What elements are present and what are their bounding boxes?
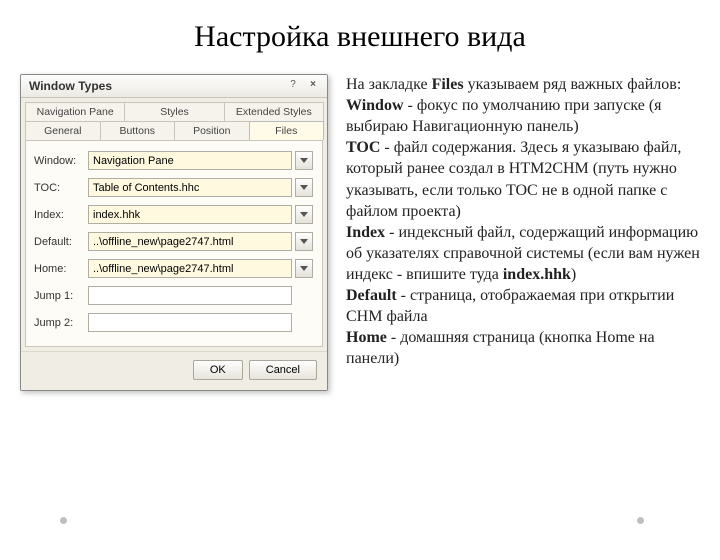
label-home: Home: [34,263,84,275]
label-jump1: Jump 1: [34,290,84,302]
slide-title: Настройка внешнего вида [0,20,720,54]
ok-button[interactable]: OK [193,360,243,380]
label-default: Default: [34,236,84,248]
description-text: На закладке Files указываем ряд важных ф… [346,74,700,391]
field-home[interactable]: ..\offline_new\page2747.html [88,259,292,278]
tab-position[interactable]: Position [174,121,250,140]
tab-files[interactable]: Files [249,121,325,140]
dropdown-icon[interactable] [295,232,313,251]
field-index[interactable]: index.hhk [88,205,292,224]
field-jump1[interactable] [88,286,292,305]
tab-navigation-pane[interactable]: Navigation Pane [25,102,125,121]
field-window[interactable]: Navigation Pane [88,151,292,170]
tab-buttons[interactable]: Buttons [100,121,176,140]
field-toc[interactable]: Table of Contents.hhc [88,178,292,197]
tab-extended-styles[interactable]: Extended Styles [224,102,324,121]
label-toc: TOC: [34,182,84,194]
field-jump2[interactable] [88,313,292,332]
files-panel: Window: Navigation Pane TOC: Table of Co… [25,140,323,347]
dot-icon [637,517,644,524]
label-window: Window: [34,155,84,167]
label-index: Index: [34,209,84,221]
help-icon[interactable]: ? [285,79,301,93]
field-default[interactable]: ..\offline_new\page2747.html [88,232,292,251]
label-jump2: Jump 2: [34,317,84,329]
screenshot-window-types: Window Types ? × Navigation Pane Styles … [20,74,328,391]
close-icon[interactable]: × [305,79,321,93]
tab-styles[interactable]: Styles [124,102,224,121]
dropdown-icon[interactable] [295,151,313,170]
cancel-button[interactable]: Cancel [249,360,317,380]
dropdown-icon[interactable] [295,259,313,278]
tab-general[interactable]: General [25,121,101,140]
dot-icon [60,517,67,524]
dropdown-icon[interactable] [295,205,313,224]
titlebar: Window Types ? × [21,75,327,98]
window-title: Window Types [29,79,112,93]
slide-dots [60,517,644,524]
dropdown-icon[interactable] [295,178,313,197]
